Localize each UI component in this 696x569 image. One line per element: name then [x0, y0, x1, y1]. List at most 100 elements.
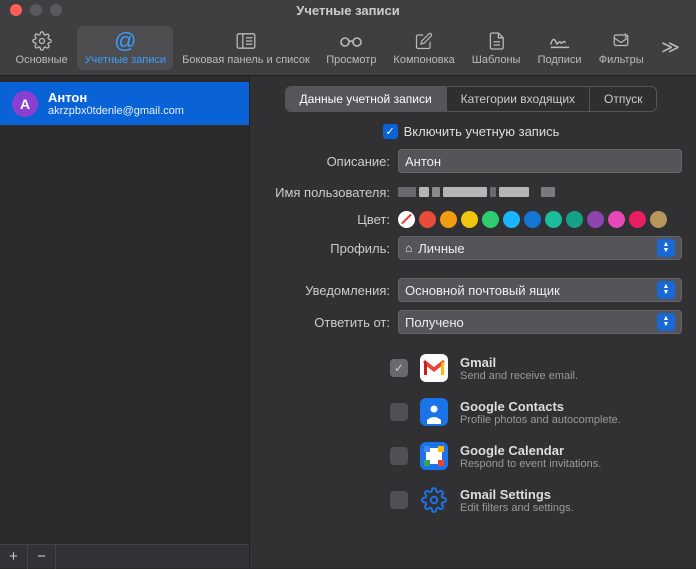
reply-select[interactable]: Получено ▲▼: [398, 310, 682, 334]
toolbar-viewing[interactable]: Просмотр: [319, 26, 384, 70]
toolbar-signatures[interactable]: Подписи: [530, 26, 589, 70]
service-checkbox[interactable]: [390, 491, 408, 509]
glasses-icon: [339, 30, 363, 52]
service-desc: Send and receive email.: [460, 370, 578, 382]
row-username: Имя пользователя:: [260, 181, 682, 203]
reply-label: Ответить от:: [260, 315, 390, 330]
color-swatch[interactable]: [587, 211, 604, 228]
enable-account-checkbox[interactable]: ✓: [383, 124, 398, 139]
account-row[interactable]: A Антон akrzpbx0tdenle@gmail.com: [0, 82, 249, 125]
service-icon: [420, 486, 448, 514]
toolbar-templates[interactable]: Шаблоны: [464, 26, 528, 70]
chevron-updown-icon: ▲▼: [657, 313, 675, 331]
add-account-button[interactable]: +: [0, 545, 28, 569]
username-redacted: [398, 181, 682, 203]
service-row: Google ContactsProfile photos and autoco…: [260, 390, 682, 434]
description-input[interactable]: [398, 149, 682, 173]
service-checkbox[interactable]: [390, 403, 408, 421]
color-picker: [398, 211, 682, 228]
chevron-updown-icon: ▲▼: [657, 281, 675, 299]
service-checkbox[interactable]: ✓: [390, 359, 408, 377]
profile-select[interactable]: ⌂ Личные ▲▼: [398, 236, 682, 260]
tab-inbox-categories[interactable]: Категории входящих: [447, 87, 590, 111]
service-text: Gmail SettingsEdit filters and settings.: [460, 487, 574, 514]
color-swatch[interactable]: [566, 211, 583, 228]
home-icon: ⌂: [405, 241, 412, 255]
row-profile: Профиль: ⌂ Личные ▲▼: [260, 236, 682, 260]
service-title: Google Contacts: [460, 399, 621, 414]
service-text: GmailSend and receive email.: [460, 355, 578, 382]
toolbar-label: Шаблоны: [472, 54, 521, 66]
service-row: Google CalendarRespond to event invitati…: [260, 434, 682, 478]
notifications-label: Уведомления:: [260, 283, 390, 298]
color-swatch[interactable]: [650, 211, 667, 228]
account-info: Антон akrzpbx0tdenle@gmail.com: [48, 90, 184, 117]
service-icon: [420, 442, 448, 470]
tab-vacation[interactable]: Отпуск: [590, 87, 656, 111]
service-icon: [420, 354, 448, 382]
window: Учетные записи Основные @ Учетные записи…: [0, 0, 696, 568]
toolbar-label: Фильтры: [599, 54, 644, 66]
sidebar-footer: + −: [0, 544, 249, 568]
toolbar-label: Учетные записи: [84, 54, 166, 66]
chevron-updown-icon: ▲▼: [657, 239, 675, 257]
service-desc: Profile photos and autocomplete.: [460, 414, 621, 426]
color-label: Цвет:: [260, 212, 390, 227]
color-swatch[interactable]: [524, 211, 541, 228]
service-desc: Edit filters and settings.: [460, 502, 574, 514]
notifications-value: Основной почтовый ящик: [405, 283, 560, 298]
color-swatch[interactable]: [419, 211, 436, 228]
account-email: akrzpbx0tdenle@gmail.com: [48, 105, 184, 117]
description-label: Описание:: [260, 154, 390, 169]
service-title: Gmail: [460, 355, 578, 370]
services-list: ✓ GmailSend and receive email. Google Cont…: [260, 346, 682, 522]
toolbar-label: Основные: [16, 54, 68, 66]
toolbar-general[interactable]: Основные: [8, 26, 75, 70]
titlebar: Учетные записи: [0, 0, 696, 20]
service-checkbox[interactable]: [390, 447, 408, 465]
row-notifications: Уведомления: Основной почтовый ящик ▲▼: [260, 278, 682, 302]
sidebar-list-icon: [236, 30, 256, 52]
toolbar-filters[interactable]: Фильтры: [591, 26, 651, 70]
color-swatch[interactable]: [503, 211, 520, 228]
avatar: A: [12, 91, 38, 117]
toolbar-overflow-icon[interactable]: ≫: [653, 29, 688, 66]
toolbar-composing[interactable]: Компоновка: [386, 26, 462, 70]
window-title: Учетные записи: [0, 3, 696, 18]
username-label: Имя пользователя:: [260, 185, 390, 200]
service-title: Gmail Settings: [460, 487, 574, 502]
row-reply-from: Ответить от: Получено ▲▼: [260, 310, 682, 334]
content: A Антон akrzpbx0tdenle@gmail.com + − Дан…: [0, 76, 696, 568]
at-icon: @: [114, 30, 136, 52]
main-panel: Данные учетной записи Категории входящих…: [250, 76, 696, 568]
color-swatch[interactable]: [545, 211, 562, 228]
service-row: ✓ GmailSend and receive email.: [260, 346, 682, 390]
toolbar-label: Просмотр: [326, 54, 376, 66]
accounts-list: A Антон akrzpbx0tdenle@gmail.com: [0, 76, 249, 544]
filter-icon: [612, 30, 630, 52]
service-row: Gmail SettingsEdit filters and settings.: [260, 478, 682, 522]
row-description: Описание:: [260, 149, 682, 173]
color-swatch[interactable]: [398, 211, 415, 228]
toolbar-accounts[interactable]: @ Учетные записи: [77, 26, 173, 70]
toolbar-label: Подписи: [538, 54, 582, 66]
enable-account-row: ✓ Включить учетную запись: [260, 124, 682, 139]
toolbar-sidebar-list[interactable]: Боковая панель и список: [175, 26, 316, 70]
service-desc: Respond to event invitations.: [460, 458, 601, 470]
notifications-select[interactable]: Основной почтовый ящик ▲▼: [398, 278, 682, 302]
service-title: Google Calendar: [460, 443, 601, 458]
color-swatch[interactable]: [482, 211, 499, 228]
color-swatch[interactable]: [608, 211, 625, 228]
tab-account-details[interactable]: Данные учетной записи: [286, 87, 447, 111]
color-swatch[interactable]: [461, 211, 478, 228]
sidebar: A Антон akrzpbx0tdenle@gmail.com + −: [0, 76, 250, 568]
account-name: Антон: [48, 90, 184, 105]
signature-icon: [549, 30, 571, 52]
color-swatch[interactable]: [629, 211, 646, 228]
enable-account-label: Включить учетную запись: [404, 124, 560, 139]
remove-account-button[interactable]: −: [28, 545, 56, 569]
file-icon: [488, 30, 504, 52]
toolbar-label: Компоновка: [393, 54, 454, 66]
profile-value: Личные: [418, 241, 464, 256]
color-swatch[interactable]: [440, 211, 457, 228]
